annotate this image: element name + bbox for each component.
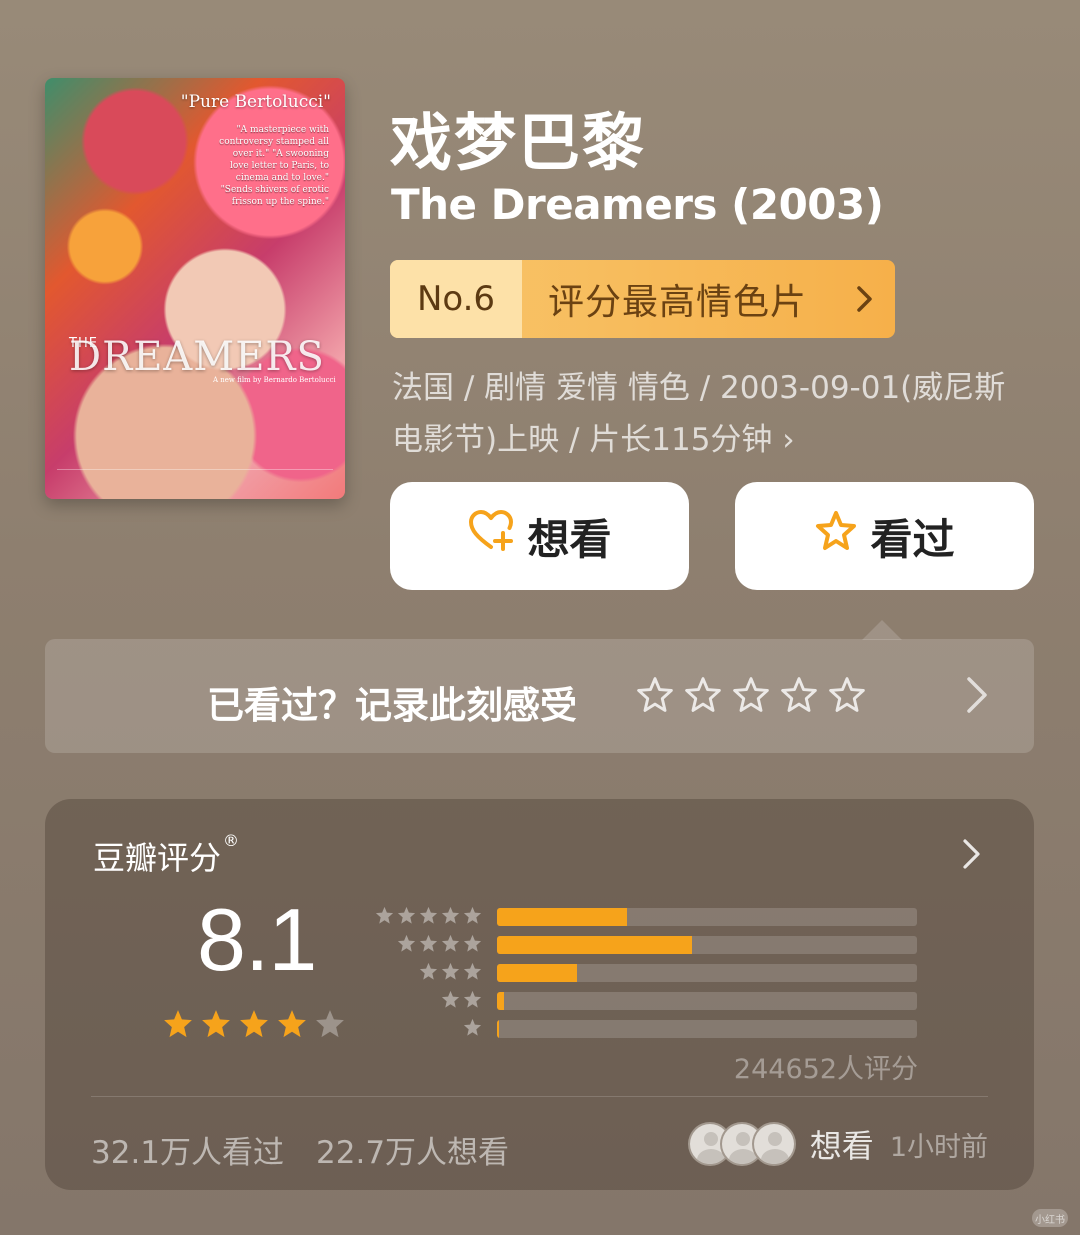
ranking-badge[interactable]: No.6 评分最高情色片 [390, 260, 895, 338]
tooltip-pointer [862, 620, 902, 640]
meta-line: 法国 / 剧情 爱情 情色 / 2003-09-01(威尼斯 [392, 370, 1006, 406]
avatar-group [687, 1122, 796, 1166]
registered-mark: ® [223, 831, 240, 850]
record-prompt: 已看过？记录此刻感受 [207, 684, 577, 727]
activity-time: 1小时前 [889, 1131, 988, 1163]
distribution-track [497, 1020, 917, 1038]
distribution-track [497, 936, 917, 954]
distribution-row [375, 959, 917, 987]
star-outline-icon[interactable] [731, 675, 771, 719]
avatar [751, 1122, 796, 1166]
star-small-icon [462, 1017, 483, 1042]
distribution-bar [497, 992, 504, 1010]
star-small-icon [418, 961, 439, 986]
distribution-stars [375, 905, 483, 930]
poster-credit: A new film by Bernardo Bertolucci [213, 376, 336, 384]
watched-button[interactable]: 看过 [735, 482, 1034, 590]
star-filled-icon [237, 1007, 271, 1045]
star-filled-icon [275, 1007, 309, 1045]
recent-activity[interactable]: 想看 1小时前 [687, 1121, 988, 1167]
distribution-row [375, 1015, 917, 1043]
audience-stats: 32.1万人看过 22.7万人想看 [91, 1127, 509, 1172]
star-outline-icon[interactable] [635, 675, 675, 719]
heart-plus-icon [467, 509, 515, 563]
movie-meta[interactable]: 法国 / 剧情 爱情 情色 / 2003-09-01(威尼斯 电影节)上映 / … [392, 362, 1042, 466]
star-small-icon [418, 905, 439, 930]
star-small-icon [462, 933, 483, 958]
star-small-icon [418, 933, 439, 958]
rating-stars [161, 1007, 347, 1045]
star-outline-icon[interactable] [779, 675, 819, 719]
record-feeling-bar[interactable]: 已看过？记录此刻感受 [45, 639, 1034, 753]
activity-label: 想看 [809, 1127, 874, 1165]
rank-label: 评分最高情色片 [548, 282, 808, 323]
star-small-icon [440, 989, 461, 1014]
movie-title-cn: 戏梦巴黎 [390, 106, 647, 179]
want-label: 想看 [527, 514, 612, 564]
distribution-bar [497, 964, 577, 982]
star-outline-icon[interactable] [827, 675, 867, 719]
star-small-icon [396, 905, 417, 930]
poster-title: DREAMERS [69, 334, 325, 380]
star-small-icon [462, 961, 483, 986]
movie-poster[interactable]: "Pure Bertolucci" "A masterpiece with co… [45, 78, 345, 499]
star-small-icon [374, 905, 395, 930]
star-outline-icon [814, 509, 858, 563]
rating-count: 244652人评分 [733, 1054, 918, 1085]
star-empty-icon [313, 1007, 347, 1045]
star-small-icon [462, 905, 483, 930]
chevron-right-icon [835, 260, 895, 338]
distribution-bar [497, 1020, 499, 1038]
star-small-icon [440, 961, 461, 986]
distribution-bar [497, 936, 693, 954]
poster-review-quotes: "A masterpiece with controversy stamped … [219, 125, 329, 207]
divider [91, 1096, 988, 1097]
rank-number: No.6 [390, 260, 522, 338]
movie-title-en: The Dreamers (2003) [391, 180, 884, 229]
distribution-row [375, 987, 917, 1015]
distribution-row [375, 931, 917, 959]
poster-festival-logos [57, 469, 333, 481]
distribution-track [497, 992, 917, 1010]
distribution-stars [375, 961, 483, 986]
chevron-right-icon[interactable] [961, 837, 983, 875]
seen-label: 看过 [870, 514, 955, 564]
star-small-icon [396, 933, 417, 958]
distribution-row [375, 903, 917, 931]
rating-distribution [375, 903, 917, 1043]
star-small-icon [440, 905, 461, 930]
distribution-track [497, 964, 917, 982]
star-outline-icon[interactable] [683, 675, 723, 719]
wanted-count: 22.7万人想看 [316, 1135, 510, 1171]
meta-line: 电影节)上映 / 片长115分钟 › [392, 422, 795, 458]
chevron-right-icon [965, 675, 989, 719]
distribution-bar [497, 908, 628, 926]
distribution-stars [375, 989, 483, 1014]
distribution-stars [375, 1017, 483, 1042]
star-small-icon [440, 933, 461, 958]
rating-score: 8.1 [197, 890, 317, 989]
rating-title-text: 豆瓣评分 [93, 839, 222, 877]
watched-count: 32.1万人看过 [91, 1135, 285, 1171]
star-filled-icon [161, 1007, 195, 1045]
distribution-stars [375, 933, 483, 958]
douban-rating-card[interactable]: 豆瓣评分 ® 8.1 244652人评分 32.1万人看过 22.7万人想看 想看… [45, 799, 1034, 1190]
distribution-track [497, 908, 917, 926]
poster-quote: "Pure Bertolucci" [180, 92, 331, 112]
star-small-icon [462, 989, 483, 1014]
rating-title: 豆瓣评分 ® [93, 831, 240, 879]
star-filled-icon [199, 1007, 233, 1045]
watermark-logo: 小红书 [1032, 1209, 1068, 1227]
want-to-watch-button[interactable]: 想看 [390, 482, 689, 590]
rating-input-stars[interactable] [635, 675, 867, 719]
